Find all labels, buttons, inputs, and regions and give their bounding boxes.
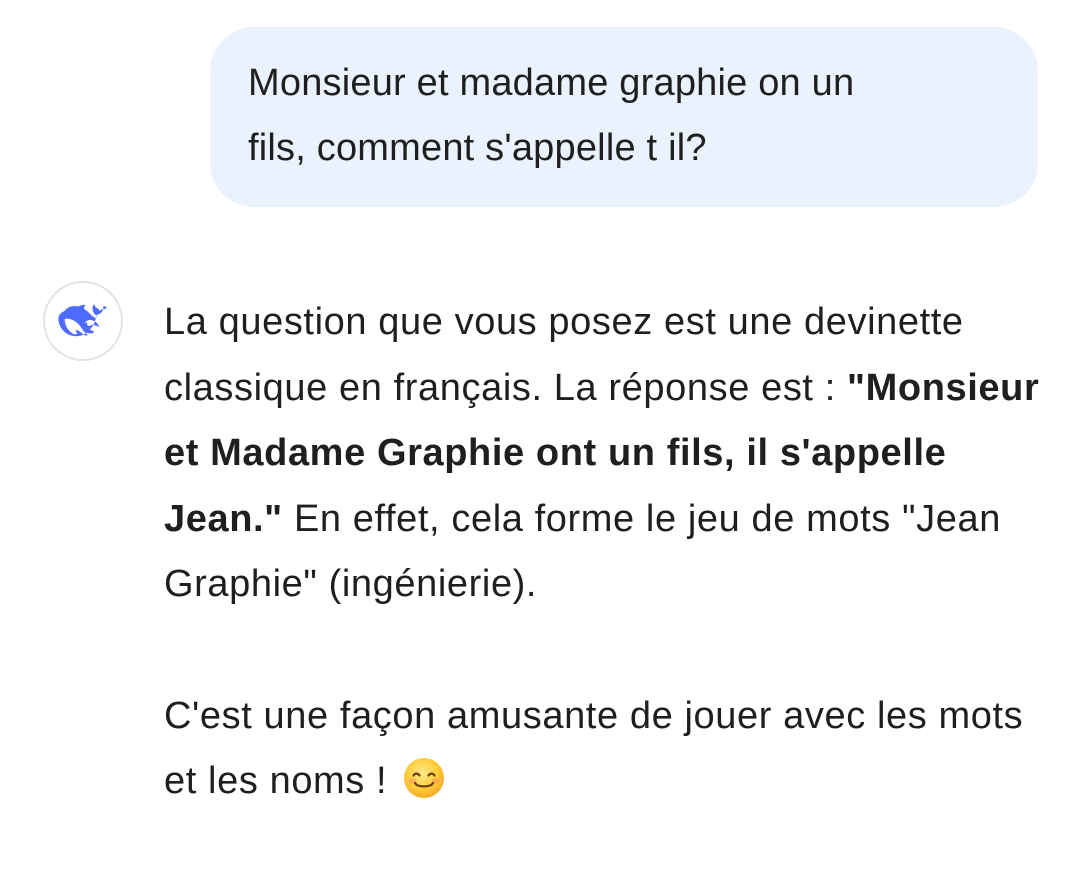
assistant-paragraph-2: C'est une façon amusante de jouer avec l… [164,684,1044,815]
smiling-face-emoji-icon [402,756,446,800]
user-message-line-1: Monsieur et madame graphie on un [248,62,855,104]
assistant-avatar [43,281,123,361]
user-message-bubble: Monsieur et madame graphie on un fils, co… [210,27,1038,207]
user-message-line-2: fils, comment s'appelle t il? [248,127,707,169]
assistant-closing-text: C'est une façon amusante de jouer avec l… [164,694,1024,803]
deepseek-whale-icon [58,304,108,337]
assistant-message: La question que vous posez est une devin… [164,290,1044,815]
assistant-paragraph-1: La question que vous posez est une devin… [164,290,1044,618]
assistant-text-explanation: En effet, cela forme le jeu de mots "Jea… [164,497,1001,606]
user-message-text: Monsieur et madame graphie on un fils, co… [248,51,1000,181]
assistant-text-intro: La question que vous posez est une devin… [164,301,964,409]
